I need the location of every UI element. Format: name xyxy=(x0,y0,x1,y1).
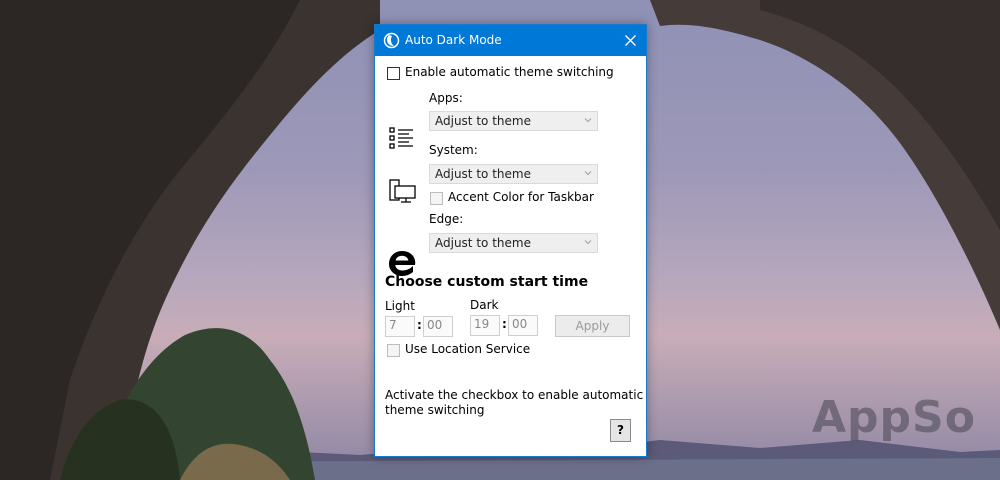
close-button[interactable] xyxy=(614,25,646,56)
system-label: System: xyxy=(429,143,478,157)
enable-switching-label[interactable]: Enable automatic theme switching xyxy=(405,65,614,79)
accent-taskbar-checkbox[interactable] xyxy=(430,192,443,205)
system-theme-select[interactable]: Adjust to theme xyxy=(429,164,598,184)
chevron-down-icon xyxy=(584,240,592,245)
light-hour-input[interactable]: 7 xyxy=(385,316,415,337)
apps-theme-value: Adjust to theme xyxy=(435,114,531,128)
dark-label: Dark xyxy=(470,298,499,312)
light-hour-value: 7 xyxy=(389,318,397,332)
location-service-checkbox[interactable] xyxy=(387,344,400,357)
appso-watermark: AppSo xyxy=(812,392,976,443)
apps-label: Apps: xyxy=(429,91,463,105)
enable-switching-checkbox[interactable] xyxy=(387,67,400,80)
monitor-icon xyxy=(389,179,416,203)
window-content: Enable automatic theme switching Apps: A… xyxy=(375,56,646,456)
help-button[interactable]: ? xyxy=(610,419,631,442)
info-text: Activate the checkbox to enable automati… xyxy=(385,388,644,417)
dark-minute-input[interactable]: 00 xyxy=(508,315,538,336)
apps-theme-select[interactable]: Adjust to theme xyxy=(429,111,598,131)
dark-minute-value: 00 xyxy=(512,317,528,331)
light-time-separator: : xyxy=(417,318,422,332)
list-icon xyxy=(389,127,413,149)
dark-time-separator: : xyxy=(502,317,507,331)
dark-hour-input[interactable]: 19 xyxy=(470,315,500,336)
auto-dark-mode-window: Auto Dark Mode Enable automatic theme sw… xyxy=(374,24,647,457)
location-service-label[interactable]: Use Location Service xyxy=(405,342,530,356)
system-theme-value: Adjust to theme xyxy=(435,167,531,181)
custom-time-heading: Choose custom start time xyxy=(385,274,589,290)
dark-hour-value: 19 xyxy=(474,317,490,331)
close-icon xyxy=(624,35,636,46)
chevron-down-icon xyxy=(584,171,592,176)
light-minute-value: 00 xyxy=(427,318,443,332)
accent-taskbar-label[interactable]: Accent Color for Taskbar xyxy=(448,190,594,204)
apply-button[interactable]: Apply xyxy=(555,315,630,337)
chevron-down-icon xyxy=(584,118,592,123)
edge-icon xyxy=(389,251,416,276)
window-title: Auto Dark Mode xyxy=(405,33,502,47)
edge-label: Edge: xyxy=(429,212,464,226)
edge-theme-select[interactable]: Adjust to theme xyxy=(429,233,598,253)
light-minute-input[interactable]: 00 xyxy=(423,316,453,337)
light-label: Light xyxy=(385,299,415,313)
moon-icon xyxy=(383,32,400,49)
edge-theme-value: Adjust to theme xyxy=(435,236,531,250)
title-bar[interactable]: Auto Dark Mode xyxy=(375,25,646,56)
